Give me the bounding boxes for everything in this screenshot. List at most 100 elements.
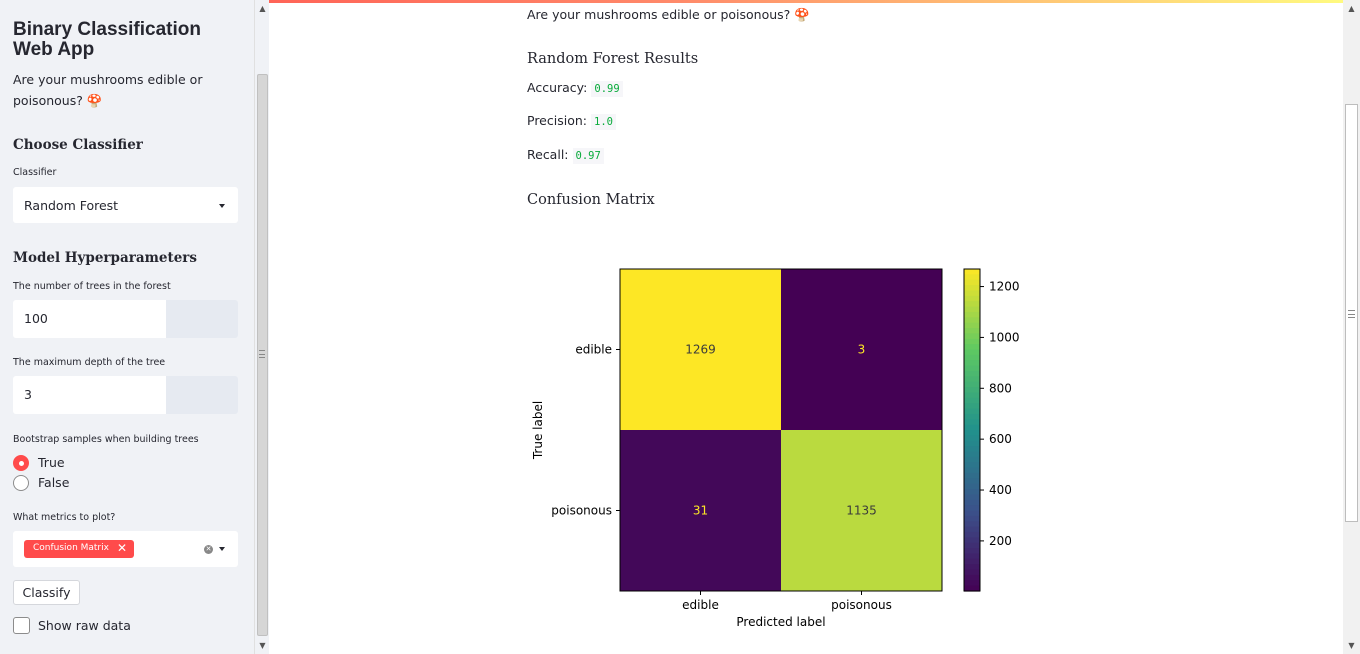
colorbar-segment <box>964 440 980 447</box>
colorbar-segment <box>964 553 980 560</box>
colorbar-segment <box>964 499 980 506</box>
colorbar-segment <box>964 322 980 329</box>
colorbar-segment <box>964 419 980 426</box>
colorbar-segment <box>964 521 980 528</box>
cell-value-label: 1135 <box>846 504 877 518</box>
choose-classifier-heading: Choose Classifier <box>13 137 143 153</box>
grip-icon <box>1348 310 1355 318</box>
colorbar-segment <box>964 333 980 340</box>
metric-tag-label: Confusion Matrix <box>33 543 109 553</box>
colorbar-tick-label: 600 <box>989 432 1012 446</box>
classifier-select[interactable]: Random Forest <box>13 187 238 223</box>
confusion-heading: Confusion Matrix <box>527 192 655 208</box>
accuracy-metric: Accuracy: 0.99 <box>527 80 623 97</box>
chevron-up-icon[interactable]: ▲ <box>1344 4 1359 13</box>
x-axis-label: Predicted label <box>736 615 825 629</box>
chevron-up-icon[interactable]: ▲ <box>255 4 270 13</box>
max-depth-label: The maximum depth of the tree <box>13 357 166 368</box>
bootstrap-option-label: True <box>38 455 65 470</box>
colorbar-segment <box>964 483 980 490</box>
recall-metric: Recall: 0.97 <box>527 147 604 164</box>
recall-value: 0.97 <box>572 148 604 164</box>
colorbar-segment <box>964 397 980 404</box>
app-title: Binary Classification Web App <box>13 19 201 60</box>
classifier-select-value: Random Forest <box>24 198 119 213</box>
colorbar-tick-label: 200 <box>989 534 1012 548</box>
colorbar-segment <box>964 424 980 431</box>
main-subtitle: Are your mushrooms edible or poisonous? … <box>527 7 810 22</box>
n-trees-stepper[interactable] <box>166 300 238 338</box>
chevron-down-icon[interactable]: ▼ <box>1344 641 1359 650</box>
colorbar-segment <box>964 446 980 453</box>
colorbar-segment <box>964 580 980 587</box>
caret-down-icon[interactable] <box>219 547 225 551</box>
colorbar-segment <box>964 349 980 356</box>
colorbar-tick-label: 1200 <box>989 280 1020 294</box>
metrics-multiselect[interactable]: Confusion Matrix ✕ ✕ <box>13 531 238 567</box>
radio-unchecked-icon[interactable] <box>13 475 29 491</box>
main-scrollbar[interactable]: ▲ ▼ <box>1343 0 1360 654</box>
colorbar-segment <box>964 328 980 334</box>
colorbar-segment <box>964 413 980 420</box>
accuracy-label: Accuracy: <box>527 80 588 95</box>
max-depth-stepper[interactable] <box>166 376 238 414</box>
colorbar-segment <box>964 381 980 388</box>
y-axis-label: True label <box>531 401 545 460</box>
colorbar-segment <box>964 354 980 361</box>
colorbar-segment <box>964 456 980 463</box>
colorbar-segment <box>964 360 980 367</box>
cell-value-label: 1269 <box>685 343 716 357</box>
sidebar-subtitle: Are your mushrooms edible or poisonous? … <box>13 72 203 108</box>
colorbar-segment <box>964 515 980 522</box>
colorbar-segment <box>964 558 980 565</box>
metric-tag: Confusion Matrix ✕ <box>24 540 134 558</box>
colorbar-segment <box>964 472 980 479</box>
max-depth-input[interactable]: 3 <box>13 376 238 414</box>
precision-label: Precision: <box>527 113 587 128</box>
clear-icon[interactable]: ✕ <box>204 545 213 554</box>
colorbar-segment <box>964 344 980 351</box>
colorbar-segment <box>964 467 980 474</box>
recall-label: Recall: <box>527 147 569 162</box>
colorbar-segment <box>964 317 980 324</box>
precision-value: 1.0 <box>591 114 616 130</box>
bootstrap-option-label: False <box>38 475 70 490</box>
checkbox-icon[interactable] <box>13 617 30 634</box>
classify-button[interactable]: Classify <box>13 580 80 605</box>
chevron-down-icon[interactable]: ▼ <box>255 641 270 650</box>
colorbar-segment <box>964 285 980 292</box>
colorbar-segment <box>964 531 980 538</box>
x-tick-label: poisonous <box>831 598 892 612</box>
sidebar-scrollbar[interactable]: ▲ ▼ <box>254 0 269 654</box>
colorbar-segment <box>964 274 980 281</box>
max-depth-field[interactable]: 3 <box>13 376 166 414</box>
n-trees-field[interactable]: 100 <box>13 300 166 338</box>
x-tick-label: edible <box>682 598 719 612</box>
metrics-label: What metrics to plot? <box>13 512 116 523</box>
radio-checked-icon[interactable] <box>13 455 29 471</box>
colorbar-tick-label: 800 <box>989 381 1012 395</box>
colorbar-segment <box>964 269 980 275</box>
colorbar-segment <box>964 365 980 372</box>
n-trees-input[interactable]: 100 <box>13 300 238 338</box>
colorbar-segment <box>964 376 980 383</box>
colorbar-segment <box>964 489 980 495</box>
classifier-label: Classifier <box>13 167 57 178</box>
close-icon[interactable]: ✕ <box>117 541 127 555</box>
colorbar-segment <box>964 338 980 345</box>
colorbar-segment <box>964 510 980 517</box>
caret-down-icon <box>219 204 225 208</box>
colorbar-segment <box>964 430 980 436</box>
cell-value-label: 31 <box>693 504 708 518</box>
results-heading: Random Forest Results <box>527 51 699 67</box>
colorbar-segment <box>964 403 980 410</box>
colorbar-tick-label: 400 <box>989 483 1012 497</box>
hyperparameters-heading: Model Hyperparameters <box>13 250 198 266</box>
colorbar-segment <box>964 295 980 302</box>
y-tick-label: poisonous <box>551 504 612 518</box>
colorbar-segment <box>964 478 980 485</box>
colorbar-segment <box>964 279 980 286</box>
colorbar-segment <box>964 505 980 512</box>
accuracy-value: 0.99 <box>591 81 623 97</box>
colorbar-segment <box>964 370 980 377</box>
